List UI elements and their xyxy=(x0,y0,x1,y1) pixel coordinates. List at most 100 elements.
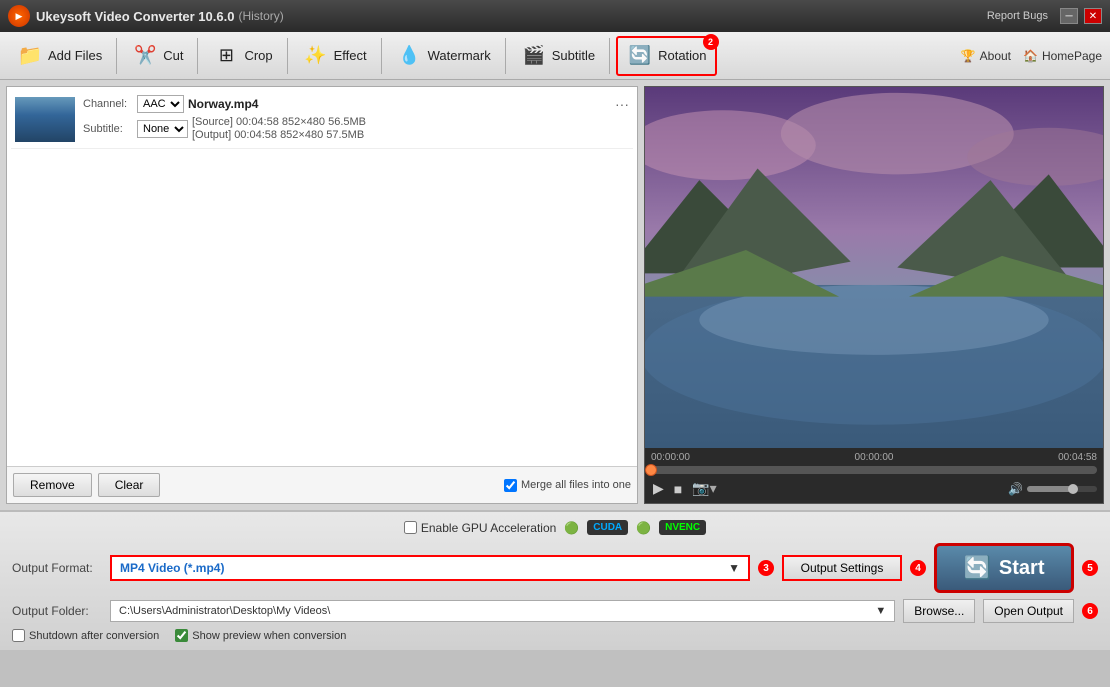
show-preview-checkbox[interactable] xyxy=(175,629,188,642)
volume-slider[interactable] xyxy=(1027,486,1097,492)
open-output-badge: 6 xyxy=(1082,603,1098,619)
effect-icon: ✨ xyxy=(302,42,330,70)
gpu-label: Enable GPU Acceleration xyxy=(421,521,556,535)
start-icon: 🔄 xyxy=(964,555,991,581)
close-button[interactable]: ✕ xyxy=(1084,8,1102,24)
about-label: About xyxy=(980,49,1011,63)
channel-select[interactable]: AAC xyxy=(137,95,184,113)
show-preview-option: Show preview when conversion xyxy=(175,629,346,642)
app-title: Ukeysoft Video Converter 10.6.0 xyxy=(36,9,234,24)
preview-progress-bar[interactable] xyxy=(651,466,1097,474)
crop-icon: ⊞ xyxy=(212,42,240,70)
homepage-button[interactable]: 🏠 HomePage xyxy=(1023,49,1102,63)
nvidia-logo-1: 🟢 xyxy=(564,521,579,535)
output-folder-label: Output Folder: xyxy=(12,604,102,618)
cut-icon: ✂️ xyxy=(131,42,159,70)
remove-button[interactable]: Remove xyxy=(13,473,92,497)
shutdown-checkbox[interactable] xyxy=(12,629,25,642)
watermark-button[interactable]: 💧 Watermark xyxy=(388,38,499,74)
preview-controls: 00:00:00 00:00:00 00:04:58 ▶ ■ 📷▾ 🔊 xyxy=(645,448,1103,503)
add-files-icon: 📁 xyxy=(16,42,44,70)
output-folder-select[interactable]: C:\Users\Administrator\Desktop\My Videos… xyxy=(110,600,895,622)
meta-row: Subtitle: None [Source] 00:04:58 852×480… xyxy=(83,116,629,141)
format-badge: 3 xyxy=(758,560,774,576)
preview-panel: 00:00:00 00:00:00 00:04:58 ▶ ■ 📷▾ 🔊 xyxy=(644,86,1104,504)
gpu-row: Enable GPU Acceleration 🟢 CUDA 🟢 NVENC xyxy=(12,520,1098,535)
file-info: Channel: AAC Norway.mp4 ··· Subtitle: No… xyxy=(83,95,629,144)
output-format-row: Output Format: MP4 Video (*.mp4) ▼ 3 Out… xyxy=(12,543,1098,593)
output-format-select[interactable]: MP4 Video (*.mp4) ▼ xyxy=(110,555,750,581)
file-panel: Channel: AAC Norway.mp4 ··· Subtitle: No… xyxy=(6,86,638,504)
snapshot-button[interactable]: 📷▾ xyxy=(690,478,718,499)
output-format-value: MP4 Video (*.mp4) xyxy=(120,561,224,575)
file-list: Channel: AAC Norway.mp4 ··· Subtitle: No… xyxy=(7,87,637,466)
playback-controls: ▶ ■ 📷▾ 🔊 xyxy=(651,478,1097,499)
bottom-section: Enable GPU Acceleration 🟢 CUDA 🟢 NVENC O… xyxy=(0,510,1110,650)
browse-button[interactable]: Browse... xyxy=(903,599,975,623)
options-row: Shutdown after conversion Show preview w… xyxy=(12,629,1098,642)
channel-row: Channel: AAC Norway.mp4 ··· xyxy=(83,95,629,113)
minimize-button[interactable]: ─ xyxy=(1060,8,1078,24)
time-end: 00:04:58 xyxy=(1058,452,1097,463)
rotation-badge: 2 xyxy=(703,34,719,50)
output-settings-button[interactable]: Output Settings xyxy=(782,555,902,581)
title-bar-controls: Report Bugs ─ ✕ xyxy=(987,8,1102,24)
channel-label: Channel: xyxy=(83,98,133,110)
crop-button[interactable]: ⊞ Crop xyxy=(204,38,280,74)
folder-dropdown-arrow: ▼ xyxy=(875,605,886,617)
report-bugs-link[interactable]: Report Bugs xyxy=(987,10,1048,22)
effect-button[interactable]: ✨ Effect xyxy=(294,38,375,74)
folder-path: C:\Users\Administrator\Desktop\My Videos… xyxy=(119,605,330,617)
start-badge: 5 xyxy=(1082,560,1098,576)
separator-3 xyxy=(287,38,288,74)
merge-checkbox[interactable] xyxy=(504,479,517,492)
volume-icon: 🔊 xyxy=(1008,482,1023,496)
separator-6 xyxy=(609,38,610,74)
clear-button[interactable]: Clear xyxy=(98,473,161,497)
subtitle-button[interactable]: 🎬 Subtitle xyxy=(512,38,603,74)
nvenc-badge: NVENC xyxy=(659,520,706,535)
time-mid: 00:00:00 xyxy=(855,452,894,463)
nvidia-logo-2: 🟢 xyxy=(636,521,651,535)
rotation-button[interactable]: 🔄 Rotation 2 xyxy=(616,36,716,76)
gpu-checkbox[interactable] xyxy=(404,521,417,534)
file-panel-bottom: Remove Clear Merge all files into one xyxy=(7,466,637,503)
history-label: (History) xyxy=(238,9,283,23)
about-button[interactable]: 🏆 About xyxy=(961,49,1011,63)
subtitle-select[interactable]: None xyxy=(137,120,188,138)
watermark-icon: 💧 xyxy=(396,42,424,70)
stop-button[interactable]: ■ xyxy=(672,479,684,499)
open-output-button[interactable]: Open Output xyxy=(983,599,1074,623)
rotation-label: Rotation xyxy=(658,48,706,63)
file-options[interactable]: ··· xyxy=(615,96,629,112)
thumb-image xyxy=(15,97,75,142)
cut-label: Cut xyxy=(163,48,183,63)
gpu-checkbox-area: Enable GPU Acceleration xyxy=(404,521,556,535)
progress-thumb xyxy=(645,464,657,476)
subtitle-label: Subtitle xyxy=(552,48,595,63)
show-preview-label: Show preview when conversion xyxy=(192,630,346,642)
separator-5 xyxy=(505,38,506,74)
shutdown-label: Shutdown after conversion xyxy=(29,630,159,642)
subtitle-icon: 🎬 xyxy=(520,42,548,70)
play-button[interactable]: ▶ xyxy=(651,478,666,499)
home-icon: 🏠 xyxy=(1023,49,1038,63)
time-start: 00:00:00 xyxy=(651,452,690,463)
output-info: [Output] 00:04:58 852×480 57.5MB xyxy=(192,129,366,141)
cut-button[interactable]: ✂️ Cut xyxy=(123,38,191,74)
add-files-label: Add Files xyxy=(48,48,102,63)
effect-label: Effect xyxy=(334,48,367,63)
volume-thumb xyxy=(1068,484,1078,494)
start-label: Start xyxy=(999,557,1045,580)
separator-4 xyxy=(381,38,382,74)
source-info: [Source] 00:04:58 852×480 56.5MB xyxy=(192,116,366,128)
subtitle-label: Subtitle: xyxy=(83,123,133,135)
output-format-label: Output Format: xyxy=(12,561,102,575)
title-bar: Ukeysoft Video Converter 10.6.0 (History… xyxy=(0,0,1110,32)
start-button[interactable]: 🔄 Start xyxy=(934,543,1074,593)
rotation-icon: 🔄 xyxy=(626,42,654,70)
shutdown-option: Shutdown after conversion xyxy=(12,629,159,642)
separator-2 xyxy=(197,38,198,74)
time-row: 00:00:00 00:00:00 00:04:58 xyxy=(651,452,1097,463)
add-files-button[interactable]: 📁 Add Files xyxy=(8,38,110,74)
